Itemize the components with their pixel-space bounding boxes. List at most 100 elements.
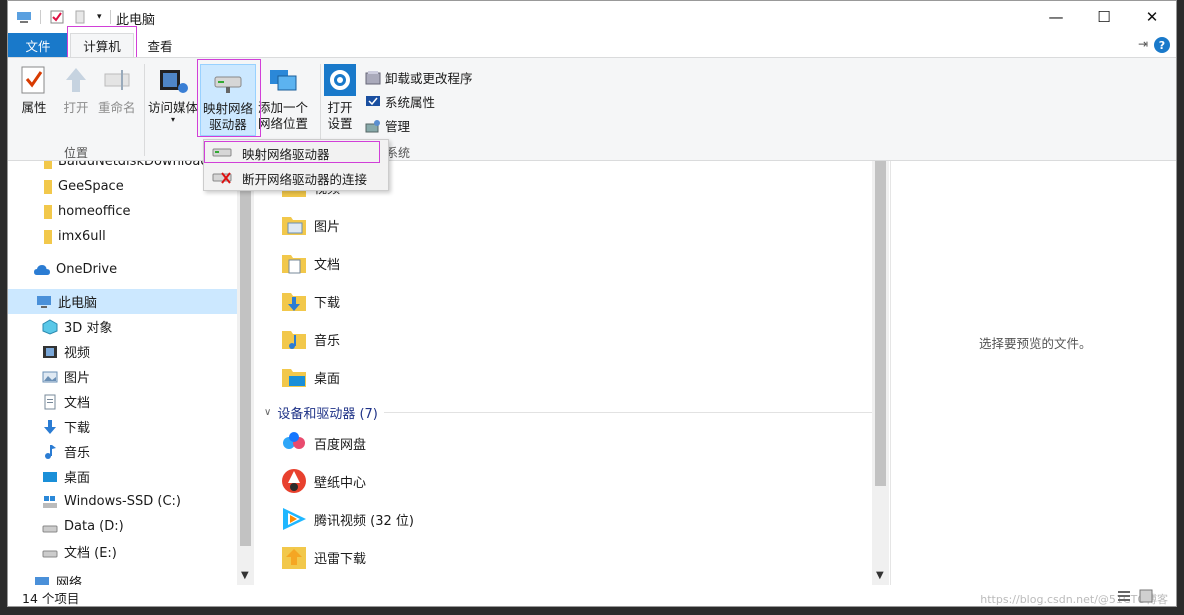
device-wallpaper-center[interactable]: 壁纸中心 xyxy=(280,465,366,497)
nav-item-documents[interactable]: 文档 xyxy=(8,389,237,414)
devices-group-label: 设备和驱动器 (7) xyxy=(277,407,378,422)
device-xunlei-download[interactable]: 迅雷下载 xyxy=(280,541,366,573)
properties-icon xyxy=(21,66,45,94)
ribbon-expand-icon[interactable]: ⇥ xyxy=(1138,37,1148,51)
device-baidu-netdisk[interactable]: 百度网盘 xyxy=(280,427,366,459)
network-location-icon xyxy=(270,70,297,91)
uninstall-program-button[interactable]: 卸载或更改程序 xyxy=(365,68,473,87)
system-properties-button[interactable]: 系统属性 xyxy=(365,92,435,111)
properties-button[interactable]: 属性 xyxy=(18,64,50,116)
map-network-drive-label-1: 映射网络 xyxy=(203,101,254,116)
folder-label: 下载 xyxy=(314,295,341,311)
devices-group-header[interactable]: ∨ 设备和驱动器 (7) xyxy=(264,403,378,422)
menu-item-disconnect-drive[interactable]: 断开网络驱动器的连接 xyxy=(204,166,388,190)
folder-downloads[interactable]: 下载 xyxy=(280,285,340,317)
nav-item-downloads[interactable]: 下载 xyxy=(8,414,237,439)
tencent-video-icon xyxy=(283,508,306,530)
nav-item-music[interactable]: 音乐 xyxy=(8,439,237,464)
nav-item-desktop[interactable]: 桌面 xyxy=(8,464,237,489)
nav-item-label: Windows-SSD (C:) xyxy=(64,494,181,509)
map-network-drive-button[interactable]: 映射网络 驱动器 xyxy=(200,64,257,136)
documents-folder-icon xyxy=(282,255,306,274)
music-folder-icon xyxy=(282,331,306,349)
add-network-location-button[interactable]: 添加一个 网络位置 xyxy=(258,64,308,132)
nav-item-drive-e[interactable]: 文档 (E:) xyxy=(8,539,237,564)
content-scrollbar[interactable]: ▼ xyxy=(872,161,889,585)
open-icon xyxy=(66,68,86,92)
nav-item-pictures[interactable]: 图片 xyxy=(8,364,237,389)
menu-item-map-drive[interactable]: 映射网络驱动器 xyxy=(204,141,388,165)
device-label: 迅雷下载 xyxy=(314,551,367,567)
nav-item-label: 图片 xyxy=(64,371,91,386)
network-drive-icon xyxy=(214,76,242,93)
nav-item-label: imx6ull xyxy=(58,229,106,244)
tab-file[interactable]: 文件 xyxy=(8,33,68,57)
nav-item-label: 网络 xyxy=(56,576,83,585)
baidu-netdisk-icon xyxy=(283,432,305,449)
maximize-button[interactable]: ☐ xyxy=(1080,1,1128,33)
nav-item-onedrive[interactable]: OneDrive xyxy=(8,257,237,282)
device-tencent-video[interactable]: 腾讯视频 (32 位) xyxy=(280,503,414,535)
open-settings-label-2: 设置 xyxy=(327,116,353,131)
help-icon[interactable]: ? xyxy=(1154,37,1170,53)
menu-item-map-drive-label: 映射网络驱动器 xyxy=(242,146,330,162)
minimize-button[interactable]: — xyxy=(1032,1,1080,33)
title-bar: ▾ 此电脑 — ☐ ✕ xyxy=(8,1,1176,33)
nav-item-label: 此电脑 xyxy=(58,296,98,311)
tab-view[interactable]: 查看 xyxy=(138,33,182,57)
nav-item-network[interactable]: 网络 xyxy=(8,569,237,585)
folder-music[interactable]: 音乐 xyxy=(280,323,340,355)
nav-item-homeoffice[interactable]: homeoffice xyxy=(8,199,237,224)
folder-pictures[interactable]: 图片 xyxy=(280,209,340,241)
this-pc-icon xyxy=(17,12,31,23)
open-settings-button[interactable]: 打开 设置 xyxy=(324,64,356,132)
folder-documents[interactable]: 文档 xyxy=(280,247,340,279)
nav-scrollbar-thumb[interactable] xyxy=(240,161,251,546)
nav-item-label: 文档 xyxy=(64,396,91,411)
downloads-folder-icon xyxy=(282,293,306,311)
open-button[interactable]: 打开 xyxy=(60,64,92,116)
rename-button[interactable]: 重命名 xyxy=(98,64,136,116)
scroll-down-icon[interactable]: ▼ xyxy=(241,570,249,581)
manage-button[interactable]: 管理 xyxy=(365,116,410,135)
manage-icon xyxy=(365,119,380,132)
folder-label: 桌面 xyxy=(314,371,341,387)
device-label: 壁纸中心 xyxy=(314,475,367,491)
qat-dropdown-icon[interactable]: ▾ xyxy=(97,12,102,22)
large-icons-view-icon[interactable] xyxy=(1138,588,1154,604)
drive-icon xyxy=(42,550,58,557)
nav-item-this-pc[interactable]: 此电脑 xyxy=(8,289,237,314)
folder-desktop[interactable]: 桌面 xyxy=(280,361,340,393)
window-title: 此电脑 xyxy=(116,13,156,28)
tab-computer[interactable]: 计算机 xyxy=(70,33,134,57)
nav-item-drive-c[interactable]: Windows-SSD (C:) xyxy=(8,489,237,514)
xunlei-download-icon xyxy=(282,547,306,569)
nav-item-label: BaiduNetdiskDownload xyxy=(58,161,209,169)
close-button[interactable]: ✕ xyxy=(1128,1,1176,33)
drive-icon xyxy=(42,525,58,532)
nav-scrollbar[interactable]: ▼ xyxy=(237,161,254,585)
open-label: 打开 xyxy=(63,100,89,115)
desktop-icon xyxy=(43,471,57,482)
new-folder-qat-icon[interactable] xyxy=(73,9,89,25)
add-network-location-label-2: 网络位置 xyxy=(258,116,309,131)
group-divider xyxy=(384,412,872,413)
this-pc-icon xyxy=(37,295,51,308)
scroll-down-icon[interactable]: ▼ xyxy=(876,570,884,581)
file-explorer-window: ▾ 此电脑 — ☐ ✕ 文件 计算机 查看 ⇥ ? 属性 打开 重命名 位置 访… xyxy=(7,0,1177,607)
folder-icon xyxy=(44,229,52,244)
folder-label: 音乐 xyxy=(314,333,341,349)
status-bar: 14 个项目 https://blog.csdn.net/@51CTO博客 xyxy=(8,585,1176,606)
nav-item-videos[interactable]: 视频 xyxy=(8,339,237,364)
nav-item-label: 文档 (E:) xyxy=(64,546,117,561)
nav-item-drive-d[interactable]: Data (D:) xyxy=(8,514,237,539)
access-media-button[interactable]: 访问媒体 ▾ xyxy=(148,64,198,124)
details-view-icon[interactable] xyxy=(1116,588,1132,604)
properties-qat-icon[interactable] xyxy=(49,9,65,25)
quick-access-toolbar: ▾ xyxy=(16,9,111,25)
video-icon xyxy=(43,345,57,358)
add-network-location-label-1: 添加一个 xyxy=(258,100,309,115)
content-scrollbar-thumb[interactable] xyxy=(875,161,886,486)
nav-item-imx6ull[interactable]: imx6ull xyxy=(8,224,237,249)
nav-item-3d-objects[interactable]: 3D 对象 xyxy=(8,314,237,339)
